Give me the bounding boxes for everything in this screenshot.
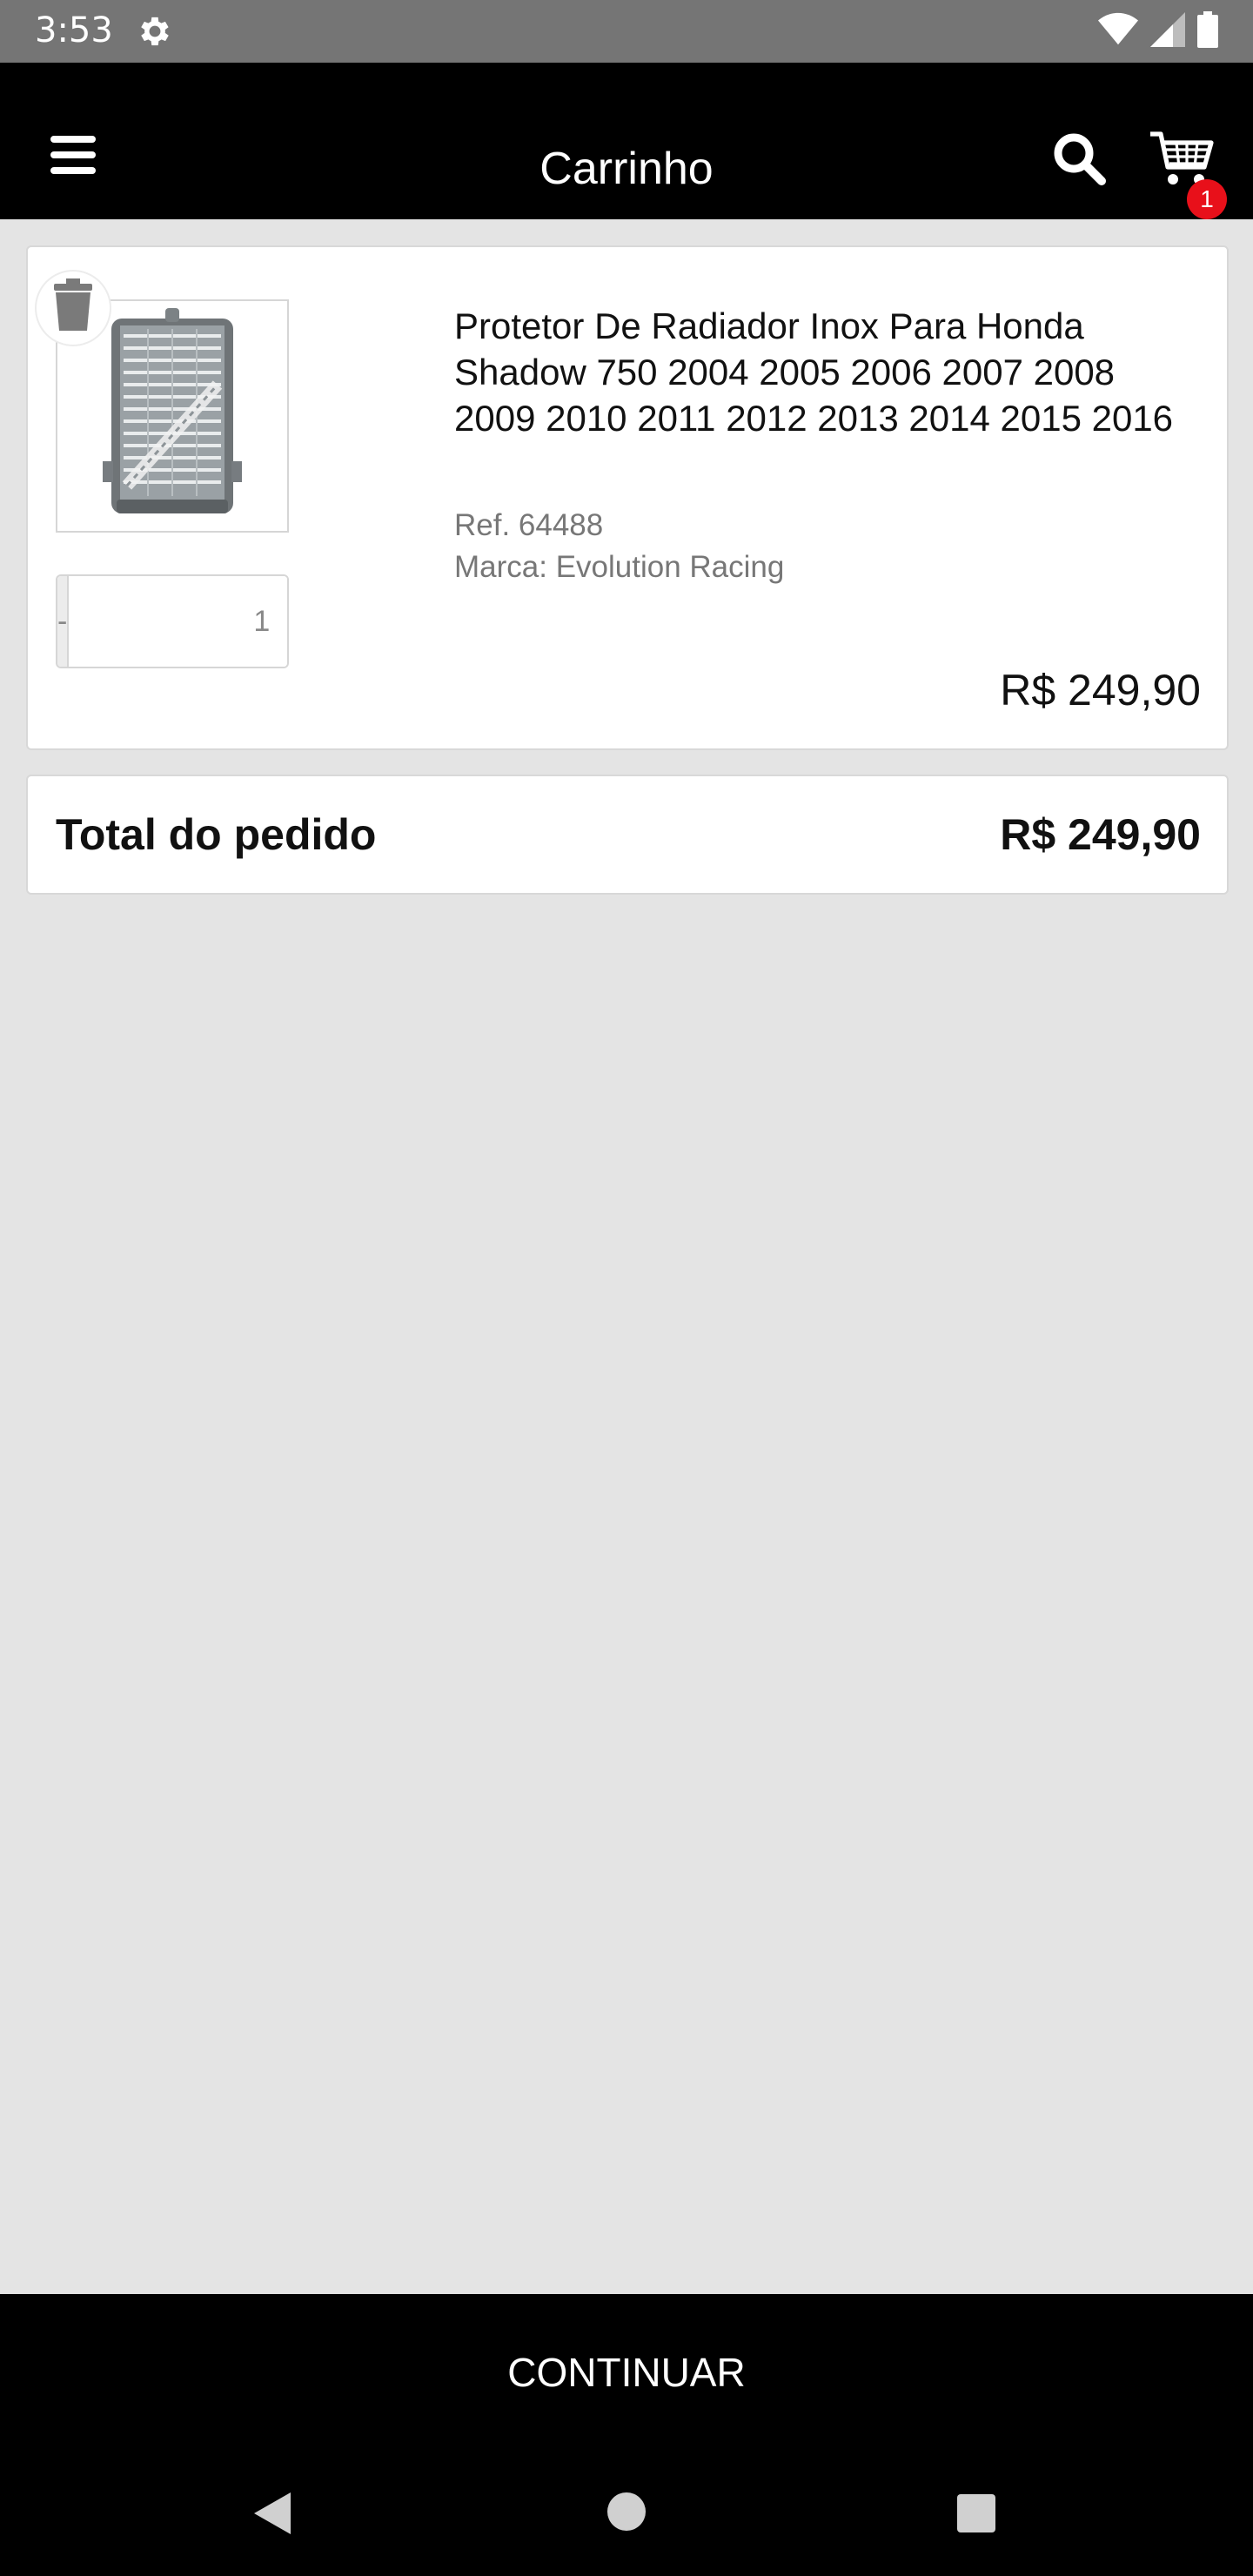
product-ref: Ref. 64488 [454, 508, 604, 542]
product-brand: Marca: Evolution Racing [454, 550, 785, 584]
order-total-label: Total do pedido [56, 810, 377, 859]
navigation-bar [0, 2451, 1253, 2576]
search-icon[interactable] [1051, 131, 1107, 186]
battery-icon [1197, 10, 1218, 52]
signal-icon [1150, 11, 1185, 51]
quantity-stepper: - + [56, 574, 289, 668]
quantity-decrease-button[interactable]: - [57, 576, 70, 667]
cart-count-badge: 1 [1187, 179, 1227, 219]
status-icons [1098, 10, 1218, 52]
gear-icon [136, 12, 174, 50]
continue-button[interactable]: CONTINUAR [0, 2294, 1253, 2451]
order-total-card: Total do pedido R$ 249,90 [26, 775, 1229, 895]
product-price: R$ 249,90 [1000, 666, 1201, 714]
trash-icon [37, 278, 110, 348]
status-bar: 3:53 [0, 0, 1253, 63]
status-time: 3:53 [35, 10, 113, 50]
app-bar: Carrinho 1 [0, 63, 1253, 219]
back-icon[interactable] [251, 2491, 294, 2536]
wifi-icon [1098, 12, 1138, 51]
quantity-input[interactable] [69, 576, 287, 667]
remove-item-button[interactable] [35, 270, 111, 346]
recent-apps-icon[interactable] [957, 2494, 995, 2532]
cart-item-card: - + Protetor De Radiador Inox Para Honda… [26, 245, 1229, 750]
product-name[interactable]: Protetor De Radiador Inox Para Honda Sha… [454, 303, 1203, 441]
home-icon[interactable] [607, 2492, 646, 2531]
order-total-value: R$ 249,90 [1000, 810, 1201, 859]
